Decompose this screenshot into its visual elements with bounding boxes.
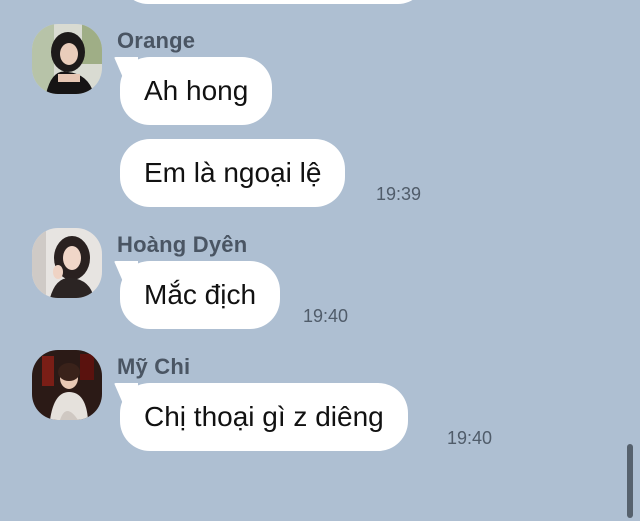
sender-name: Hoàng Dyên xyxy=(117,232,248,257)
avatar-hoang-dyen[interactable] xyxy=(32,228,102,298)
message-bubble[interactable]: Ah hong xyxy=(120,57,273,125)
avatar-orange[interactable] xyxy=(32,24,102,94)
message-timestamp: 19:40 xyxy=(447,428,493,448)
message-bubble[interactable]: Em là ngoại lệ xyxy=(120,139,346,207)
sender-name: Mỹ Chi xyxy=(117,354,191,379)
message-bubble[interactable]: Mắc địch xyxy=(120,261,281,329)
previous-message-bubble[interactable] xyxy=(120,0,426,4)
message-text: Chị thoại gì z diêng xyxy=(144,401,384,432)
message-bubble[interactable]: Chị thoại gì z diêng xyxy=(120,383,408,451)
message-text: Mắc địch xyxy=(144,279,257,310)
message-timestamp: 19:40 xyxy=(303,306,349,326)
vertical-scrollbar[interactable] xyxy=(627,444,633,518)
message-text: Ah hong xyxy=(144,75,249,106)
chat-message-list[interactable]: Orange Ah hong Em là ngoại lệ 19:39 Hoàn… xyxy=(0,0,640,521)
message-timestamp: 19:39 xyxy=(376,184,422,204)
sender-name: Orange xyxy=(117,28,196,53)
message-text: Em là ngoại lệ xyxy=(144,157,322,188)
avatar-my-chi[interactable] xyxy=(32,350,102,420)
